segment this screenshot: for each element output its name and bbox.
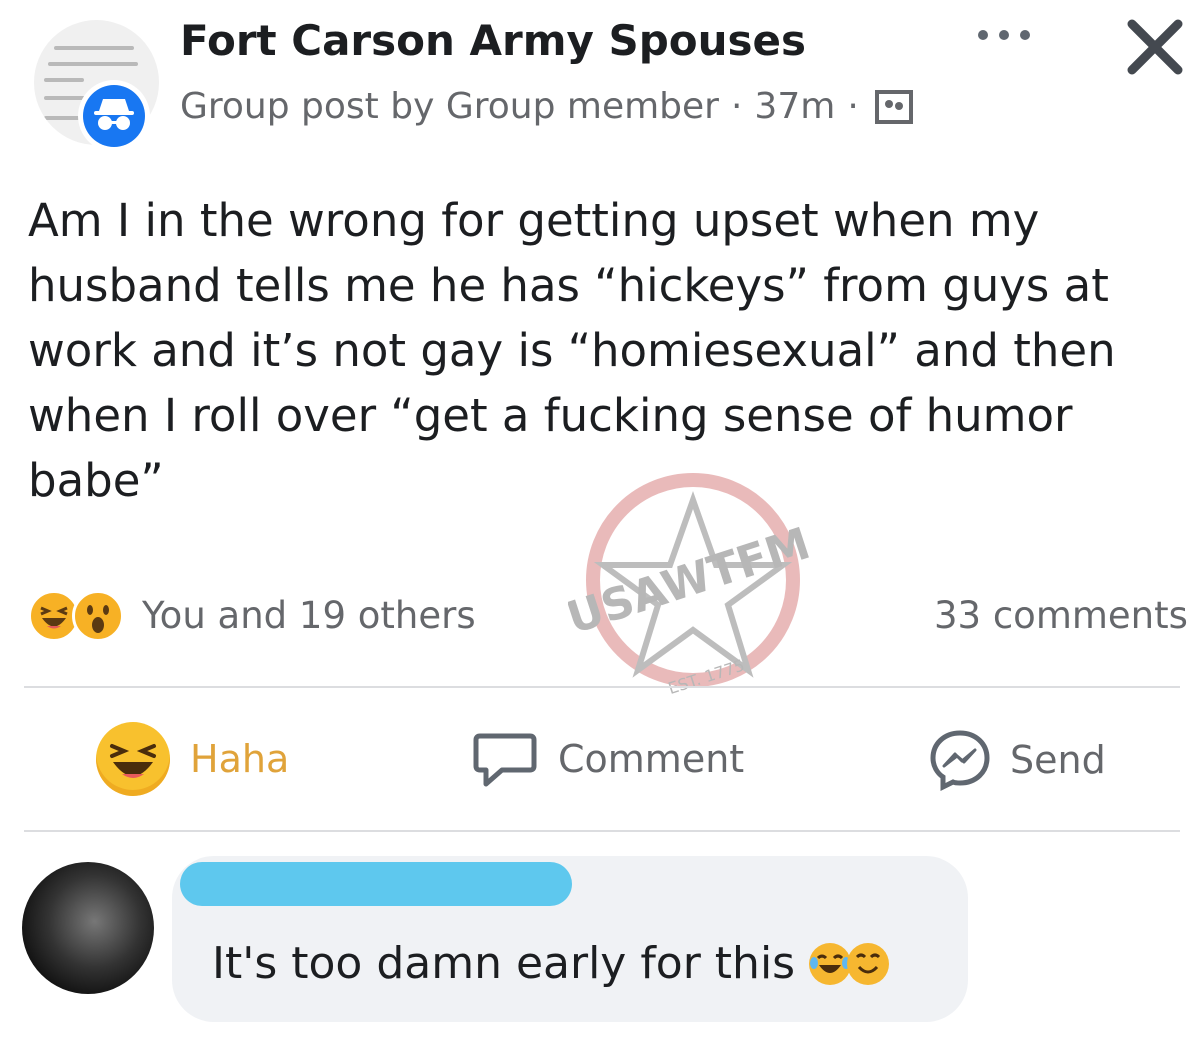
- comment-text: It's too damn early for this: [212, 938, 796, 989]
- private-group-icon: [874, 89, 913, 124]
- send-label: Send: [1010, 738, 1106, 782]
- meta-separator: ·: [847, 86, 859, 127]
- send-button[interactable]: Send: [928, 728, 1106, 792]
- messenger-icon: [930, 730, 990, 792]
- watermark-est: EST. 1775: [666, 656, 747, 698]
- haha-icon: [96, 722, 170, 796]
- avatar-detail: [54, 46, 134, 50]
- rolling-laughing-icon: [847, 942, 890, 985]
- usawtfm-watermark: USAWTFM EST. 1775: [568, 473, 816, 698]
- commenter-avatar[interactable]: [22, 862, 154, 994]
- avatar-detail: [48, 62, 138, 66]
- close-icon[interactable]: [1124, 16, 1186, 78]
- redacted-name: [180, 862, 572, 906]
- post-time[interactable]: 37m: [754, 86, 835, 127]
- haha-label: Haha: [190, 737, 290, 781]
- comment-button[interactable]: Comment: [472, 728, 744, 790]
- reaction-icons[interactable]: [28, 590, 124, 642]
- post-text: Am I in the wrong for getting upset when…: [28, 194, 1116, 507]
- reaction-count[interactable]: You and 19 others: [142, 594, 476, 637]
- comment-body: It's too damn early for this: [212, 938, 890, 989]
- anonymous-member-icon: [78, 80, 150, 152]
- tears-of-joy-icon: [809, 942, 852, 985]
- more-options-icon[interactable]: [978, 24, 1030, 46]
- divider: [24, 830, 1180, 832]
- comment-label: Comment: [558, 737, 745, 781]
- comment-icon: [473, 733, 537, 787]
- wow-icon: [72, 590, 124, 642]
- avatar-detail: [44, 78, 84, 82]
- group-name[interactable]: Fort Carson Army Spouses: [180, 16, 806, 65]
- comment-count[interactable]: 33 comments: [934, 594, 1188, 637]
- divider: [24, 686, 1180, 688]
- haha-reaction-button[interactable]: Haha: [96, 722, 289, 796]
- post-meta: Group post by Group member · 37m ·: [180, 86, 913, 127]
- post-type: Group post by Group member: [180, 86, 719, 127]
- meta-separator: ·: [730, 86, 743, 127]
